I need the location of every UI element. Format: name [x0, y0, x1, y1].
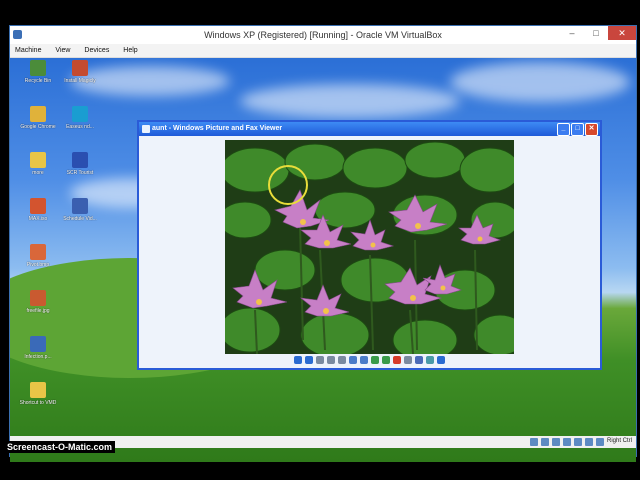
cursor-highlight: [268, 165, 308, 205]
shared-folder-icon[interactable]: [573, 438, 582, 446]
desktop-icon-graphic: [30, 382, 46, 398]
desktop-icon-graphic: [72, 106, 88, 122]
edit-icon[interactable]: [426, 356, 434, 364]
virtualbox-window: Windows XP (Registered) [Running] - Orac…: [10, 26, 636, 462]
desktop-icon-graphic: [30, 60, 46, 76]
viewer-toolbar: [139, 356, 600, 368]
hard-disk-icon[interactable]: [529, 438, 538, 446]
viewer-window-controls: _ □ ✕: [557, 123, 598, 136]
desktop-icon-label: freefile.jpg: [26, 308, 50, 314]
desktop-icon-graphic: [30, 244, 46, 260]
desktop-icon-label: Schedule Vid...: [63, 216, 97, 222]
desktop-icon-graphic: [30, 336, 46, 352]
next-image-icon[interactable]: [305, 356, 313, 364]
mouse-integration-icon[interactable]: [595, 438, 604, 446]
viewer-body: [139, 136, 600, 368]
desktop-icon-label: Infection.p...: [24, 354, 52, 360]
desktop-icon[interactable]: Shortcut to VMD: [16, 382, 60, 406]
desktop-icon-graphic: [30, 152, 46, 168]
desktop-icon-graphic: [30, 198, 46, 214]
cloud: [450, 62, 630, 102]
optical-drive-icon[interactable]: [540, 438, 549, 446]
desktop-icon[interactable]: Google Chrome: [16, 106, 60, 130]
desktop-icon[interactable]: freefile.jpg: [16, 290, 60, 314]
desktop-icon-label: Easeus nd...: [66, 124, 94, 130]
previous-image-icon[interactable]: [294, 356, 302, 364]
close-button[interactable]: ✕: [608, 26, 636, 40]
desktop-icon[interactable]: Easeus nd...: [58, 106, 102, 130]
desktop-icon-graphic: [30, 106, 46, 122]
best-fit-icon[interactable]: [316, 356, 324, 364]
desktop-icon-label: MAX.iso: [28, 216, 48, 222]
delete-icon[interactable]: [393, 356, 401, 364]
guest-desktop[interactable]: Recycle Bin Install Magicly Google Chrome E…: [10, 58, 636, 462]
status-icons: Right Ctrl: [529, 438, 632, 446]
maximize-button[interactable]: □: [584, 26, 608, 40]
viewer-titlebar[interactable]: aunt - Windows Picture and Fax Viewer _ …: [139, 122, 600, 136]
menu-view[interactable]: View: [55, 44, 70, 57]
minimize-button[interactable]: –: [560, 26, 584, 40]
window-title: Windows XP (Registered) [Running] - Orac…: [204, 30, 442, 40]
watermark-label: Screencast-O-Matic.com: [4, 441, 116, 453]
rotate-counterclockwise-icon[interactable]: [382, 356, 390, 364]
virtualbox-titlebar: Windows XP (Registered) [Running] - Orac…: [10, 26, 636, 44]
viewer-minimize-button[interactable]: _: [557, 123, 570, 136]
host-window-controls: – □ ✕: [560, 26, 636, 42]
desktop-icon[interactable]: Pivot.bmp: [16, 244, 60, 268]
menu-help[interactable]: Help: [123, 44, 137, 57]
host-key-label: Right Ctrl: [606, 438, 632, 444]
desktop-icon-graphic: [30, 290, 46, 306]
display-icon[interactable]: [584, 438, 593, 446]
desktop-icon[interactable]: MAX.iso: [16, 198, 60, 222]
desktop-icon-label: Recycle Bin: [24, 78, 52, 84]
picture-viewer-icon: [142, 125, 150, 133]
usb-icon[interactable]: [551, 438, 560, 446]
desktop-icon[interactable]: more: [16, 152, 60, 176]
desktop-icon-label: more: [32, 170, 44, 176]
desktop-icon[interactable]: Schedule Vid...: [58, 198, 102, 222]
zoom-in-icon[interactable]: [349, 356, 357, 364]
cloud: [240, 84, 460, 118]
picture-viewer-window: aunt - Windows Picture and Fax Viewer _ …: [137, 120, 602, 370]
viewer-maximize-button[interactable]: □: [571, 123, 584, 136]
desktop-icon-graphic: [72, 198, 88, 214]
desktop-icon-label: SCR Tourist: [66, 170, 94, 176]
print-icon[interactable]: [404, 356, 412, 364]
desktop-icon-label: Install Magicly: [64, 78, 96, 84]
desktop-icon[interactable]: SCR Tourist: [58, 152, 102, 176]
desktop-icon-label: Shortcut to VMD: [19, 400, 57, 406]
copy-to-icon[interactable]: [415, 356, 423, 364]
help-icon[interactable]: [437, 356, 445, 364]
viewer-title: aunt - Windows Picture and Fax Viewer: [152, 125, 283, 132]
desktop-icon-graphic: [72, 152, 88, 168]
slideshow-icon[interactable]: [338, 356, 346, 364]
water-lily-photo: [225, 140, 514, 354]
network-icon[interactable]: [562, 438, 571, 446]
actual-size-icon[interactable]: [327, 356, 335, 364]
desktop-icon-graphic: [72, 60, 88, 76]
host-menubar: Machine View Devices Help: [10, 44, 636, 58]
desktop-icon[interactable]: Recycle Bin: [16, 60, 60, 84]
viewer-close-button[interactable]: ✕: [585, 123, 598, 136]
desktop-icon-label: Google Chrome: [20, 124, 56, 130]
menu-machine[interactable]: Machine: [15, 44, 41, 57]
zoom-out-icon[interactable]: [360, 356, 368, 364]
rotate-clockwise-icon[interactable]: [371, 356, 379, 364]
screen: Windows XP (Registered) [Running] - Orac…: [0, 0, 640, 480]
desktop-icon[interactable]: Infection.p...: [16, 336, 60, 360]
desktop-icon-label: Pivot.bmp: [26, 262, 50, 268]
desktop-icon[interactable]: Install Magicly: [58, 60, 102, 84]
menu-devices[interactable]: Devices: [84, 44, 109, 57]
